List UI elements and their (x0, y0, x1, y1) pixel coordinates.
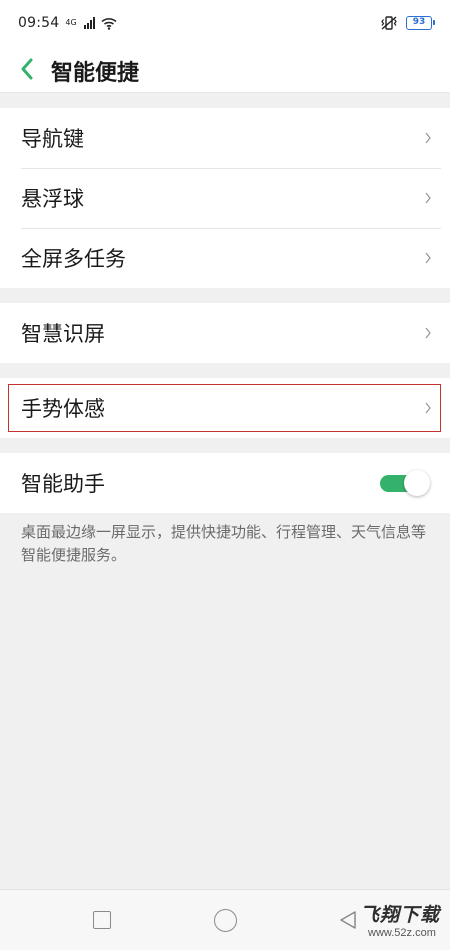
status-time: 09:54 (18, 15, 60, 31)
setting-fullscreen-multitask[interactable]: 全屏多任务 (0, 228, 450, 288)
settings-group-3: 手势体感 (0, 378, 450, 438)
smart-assistant-toggle[interactable] (378, 470, 430, 496)
setting-floating-ball[interactable]: 悬浮球 (0, 168, 450, 228)
toggle-knob (404, 470, 430, 496)
settings-group-1: 导航键 悬浮球 全屏多任务 (0, 108, 450, 288)
chevron-right-icon (425, 327, 431, 339)
signal-label: 4G (65, 18, 77, 27)
setting-gesture-motion[interactable]: 手势体感 (0, 378, 450, 438)
setting-label: 导航键 (21, 127, 84, 151)
status-right: 93 (380, 15, 435, 31)
page-header: 智能便捷 (0, 46, 450, 93)
battery-icon: 93 (406, 16, 435, 30)
chevron-right-icon (425, 252, 431, 264)
setting-label: 智能助手 (21, 472, 105, 496)
setting-label: 悬浮球 (21, 187, 84, 211)
wifi-icon (101, 17, 117, 30)
settings-group-4: 智能助手 (0, 453, 450, 513)
back-triangle-icon[interactable] (337, 909, 359, 931)
watermark-main: 飞翔下载 (360, 904, 441, 926)
system-nav-bar: 飞翔下载 www.52z.com (0, 889, 450, 950)
page-title: 智能便捷 (51, 61, 140, 86)
recents-square-icon[interactable] (93, 911, 111, 929)
signal-icon (83, 17, 95, 29)
setting-label: 智慧识屏 (21, 322, 105, 346)
back-button[interactable] (14, 54, 40, 84)
setting-smart-assistant: 智能助手 (0, 453, 450, 513)
chevron-right-icon (425, 132, 431, 144)
status-bar: 09:54 4G 93 (0, 0, 450, 46)
setting-label: 全屏多任务 (21, 247, 126, 271)
settings-group-2: 智慧识屏 (0, 303, 450, 363)
chevron-left-icon (21, 58, 33, 80)
watermark: 飞翔下载 www.52z.com (360, 900, 444, 944)
status-left: 09:54 4G (18, 15, 117, 31)
setting-label: 手势体感 (21, 397, 105, 421)
setting-smart-screen-recognition[interactable]: 智慧识屏 (0, 303, 450, 363)
smart-assistant-description: 桌面最边缘一屏显示，提供快捷功能、行程管理、天气信息等智能便捷服务。 (21, 523, 427, 564)
vibrate-icon (381, 16, 397, 30)
home-circle-icon[interactable] (214, 909, 237, 932)
chevron-right-icon (425, 402, 431, 414)
setting-navigation-keys[interactable]: 导航键 (0, 108, 450, 168)
watermark-sub: www.52z.com (368, 927, 436, 939)
chevron-right-icon (425, 192, 431, 204)
